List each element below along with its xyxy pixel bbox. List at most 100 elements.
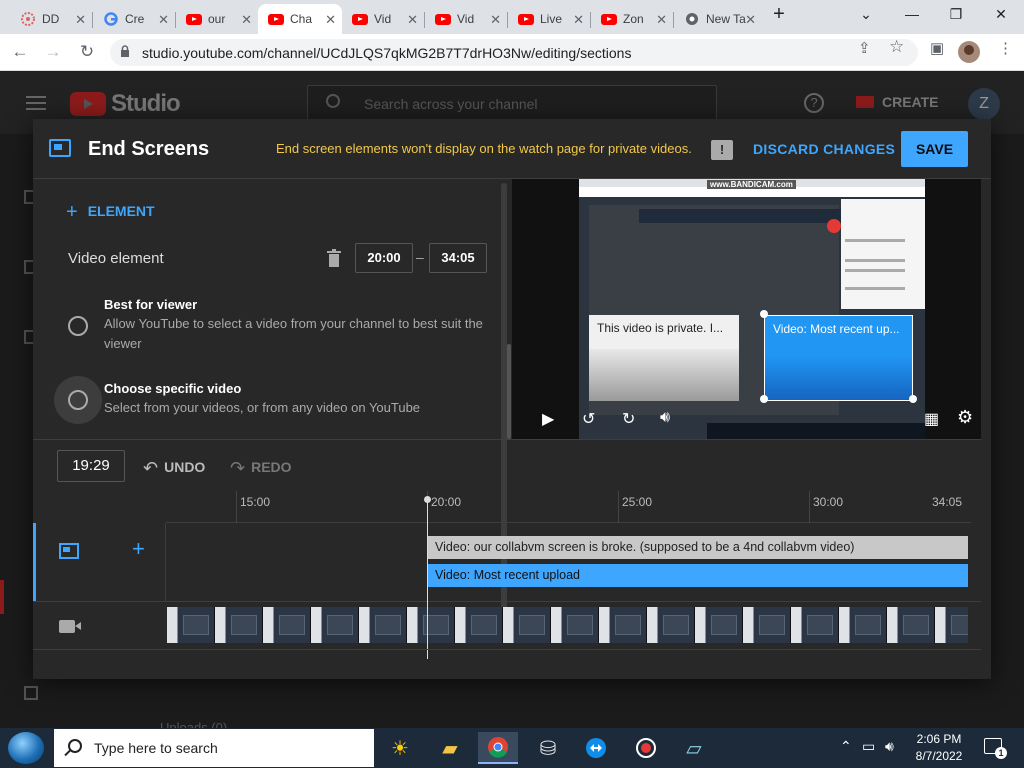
tab-title: Vid bbox=[374, 12, 392, 26]
start-time-input[interactable]: 20:00 bbox=[355, 243, 413, 273]
google-icon bbox=[103, 11, 119, 27]
tray-chevron-icon[interactable]: ⌃ bbox=[840, 738, 852, 755]
save-button[interactable]: SAVE bbox=[901, 131, 968, 167]
account-avatar[interactable]: Z bbox=[968, 88, 1000, 120]
tab-title: DD bbox=[42, 12, 60, 26]
timeline-ruler[interactable]: 15:00 20:00 25:00 30:00 34:05 bbox=[166, 491, 971, 523]
discard-changes-button[interactable]: DISCARD CHANGES bbox=[753, 141, 895, 157]
close-icon[interactable]: ✕ bbox=[490, 12, 501, 28]
best-for-viewer-radio[interactable] bbox=[68, 316, 88, 336]
forward-arrow-icon[interactable]: → bbox=[42, 42, 64, 62]
timeline-toolbar: 19:29 ↶ UNDO ↷ REDO bbox=[33, 439, 981, 489]
hamburger-menu-icon[interactable] bbox=[26, 96, 46, 110]
create-label: CREATE bbox=[882, 94, 939, 110]
reload-icon[interactable]: ↻ bbox=[76, 42, 98, 62]
trash-icon[interactable] bbox=[327, 249, 341, 267]
timeline-playhead[interactable] bbox=[424, 496, 431, 659]
close-icon[interactable]: ✕ bbox=[573, 12, 584, 28]
feedback-sidebar-icon[interactable] bbox=[24, 686, 38, 700]
settings-gear-icon[interactable]: ⚙ bbox=[957, 407, 973, 428]
start-button[interactable] bbox=[8, 732, 44, 764]
create-button[interactable]: CREATE bbox=[856, 94, 939, 110]
notepad-app-icon[interactable]: ▱ bbox=[674, 732, 714, 764]
resize-handle[interactable] bbox=[760, 395, 768, 403]
share-icon[interactable]: ⇪ bbox=[858, 39, 871, 57]
channel-search-input[interactable]: Search across your channel bbox=[307, 85, 717, 121]
time-range-dash: – bbox=[416, 249, 424, 265]
virtualbox-icon[interactable]: ⛁ bbox=[528, 732, 568, 764]
taskbar-clock[interactable]: 2:06 PM 8/7/2022 bbox=[914, 731, 964, 765]
tab-search-icon[interactable]: ⌄ bbox=[851, 6, 881, 23]
youtube-logo-icon[interactable] bbox=[70, 92, 106, 116]
filmstrip-frame bbox=[599, 607, 647, 643]
feedback-icon[interactable]: ! bbox=[711, 140, 733, 160]
bookmark-star-icon[interactable]: ☆ bbox=[889, 37, 904, 57]
browser-tab[interactable]: New Ta ✕ bbox=[674, 4, 762, 34]
browser-tab[interactable]: Zon ✕ bbox=[591, 4, 673, 34]
redo-button[interactable]: ↷ REDO bbox=[230, 458, 292, 479]
close-icon[interactable]: ✕ bbox=[325, 12, 336, 28]
play-icon[interactable]: ▶ bbox=[542, 409, 554, 429]
end-screen-card-private[interactable]: This video is private. I... bbox=[589, 315, 739, 401]
browser-tab[interactable]: Vid ✕ bbox=[342, 4, 424, 34]
chrome-taskbar-icon[interactable] bbox=[478, 732, 518, 764]
video-filmstrip[interactable] bbox=[167, 607, 968, 643]
choose-specific-video-radio[interactable] bbox=[68, 390, 88, 410]
browser-tab[interactable]: Cre ✕ bbox=[93, 4, 175, 34]
timeline-element-private-video[interactable]: Video: our collabvm screen is broke. (su… bbox=[428, 536, 968, 559]
close-icon[interactable]: ✕ bbox=[241, 12, 252, 28]
address-bar[interactable]: studio.youtube.com/channel/UCdJLQS7qkMG2… bbox=[110, 39, 918, 66]
close-window-button[interactable]: ✕ bbox=[986, 6, 1016, 23]
forward-10-icon[interactable]: ↻ bbox=[622, 409, 635, 429]
new-tab-button[interactable]: + bbox=[764, 3, 794, 26]
help-icon[interactable]: ? bbox=[804, 93, 824, 113]
add-element-button[interactable]: + ELEMENT bbox=[66, 201, 155, 224]
browser-tab[interactable]: DD ✕ bbox=[10, 4, 92, 34]
close-icon[interactable]: ✕ bbox=[158, 12, 169, 28]
sun-app-icon[interactable]: ☀ bbox=[380, 732, 420, 764]
current-time-input[interactable]: 19:29 bbox=[57, 450, 125, 482]
close-icon[interactable]: ✕ bbox=[407, 12, 418, 28]
end-screen-card-recent[interactable]: Video: Most recent up... bbox=[764, 315, 913, 401]
notification-center-icon[interactable]: 1 bbox=[984, 738, 1007, 759]
add-track-element-icon[interactable]: + bbox=[132, 536, 145, 562]
bandicam-record-icon[interactable] bbox=[626, 732, 666, 764]
browser-tab[interactable]: our ✕ bbox=[176, 4, 258, 34]
browser-tab[interactable]: Live ✕ bbox=[508, 4, 590, 34]
browser-tab-active[interactable]: Cha ✕ bbox=[258, 4, 342, 34]
file-explorer-icon[interactable]: ▰ bbox=[430, 732, 470, 764]
browser-tab[interactable]: Vid ✕ bbox=[425, 4, 507, 34]
maximize-button[interactable]: ❐ bbox=[941, 6, 971, 23]
profile-avatar[interactable] bbox=[958, 41, 980, 63]
ruler-tick-label: 25:00 bbox=[622, 495, 653, 509]
filmstrip-frame bbox=[455, 607, 503, 643]
dialog-footer-divider bbox=[33, 649, 981, 661]
undo-button[interactable]: ↶ UNDO bbox=[143, 458, 205, 479]
close-icon[interactable]: ✕ bbox=[745, 12, 756, 28]
browser-tab-strip: DD ✕ Cre ✕ our ✕ Cha ✕ Vid ✕ Vid ✕ Live … bbox=[0, 0, 1024, 34]
back-arrow-icon[interactable]: ← bbox=[9, 42, 31, 62]
teamviewer-icon[interactable] bbox=[576, 732, 616, 764]
private-video-warning: End screen elements won't display on the… bbox=[276, 141, 692, 156]
resize-handle[interactable] bbox=[760, 310, 768, 318]
taskbar-search-box[interactable]: Type here to search bbox=[54, 729, 374, 767]
close-icon[interactable]: ✕ bbox=[75, 12, 86, 28]
network-icon[interactable]: ▭ bbox=[862, 738, 875, 755]
volume-icon[interactable]: 🔊︎ bbox=[660, 409, 670, 427]
end-time-input[interactable]: 34:05 bbox=[429, 243, 487, 273]
ruler-tick bbox=[618, 491, 619, 523]
resize-handle[interactable] bbox=[909, 395, 917, 403]
tab-title: New Ta bbox=[706, 12, 746, 26]
close-icon[interactable]: ✕ bbox=[656, 12, 667, 28]
kebab-menu-icon[interactable]: ⋮ bbox=[998, 39, 1013, 57]
panel-scrollbar[interactable] bbox=[507, 344, 511, 439]
grid-icon[interactable]: ▦ bbox=[924, 409, 939, 429]
timeline-element-recent-upload[interactable]: Video: Most recent upload bbox=[428, 564, 968, 587]
studio-logo-text[interactable]: Studio bbox=[111, 90, 181, 118]
youtube-icon bbox=[601, 11, 617, 27]
volume-tray-icon[interactable]: 🔊︎ bbox=[885, 738, 894, 755]
side-panel-icon[interactable]: ▣ bbox=[930, 39, 944, 57]
minimize-button[interactable]: — bbox=[897, 6, 927, 22]
filmstrip-frame bbox=[647, 607, 695, 643]
rewind-10-icon[interactable]: ↺ bbox=[582, 409, 595, 429]
